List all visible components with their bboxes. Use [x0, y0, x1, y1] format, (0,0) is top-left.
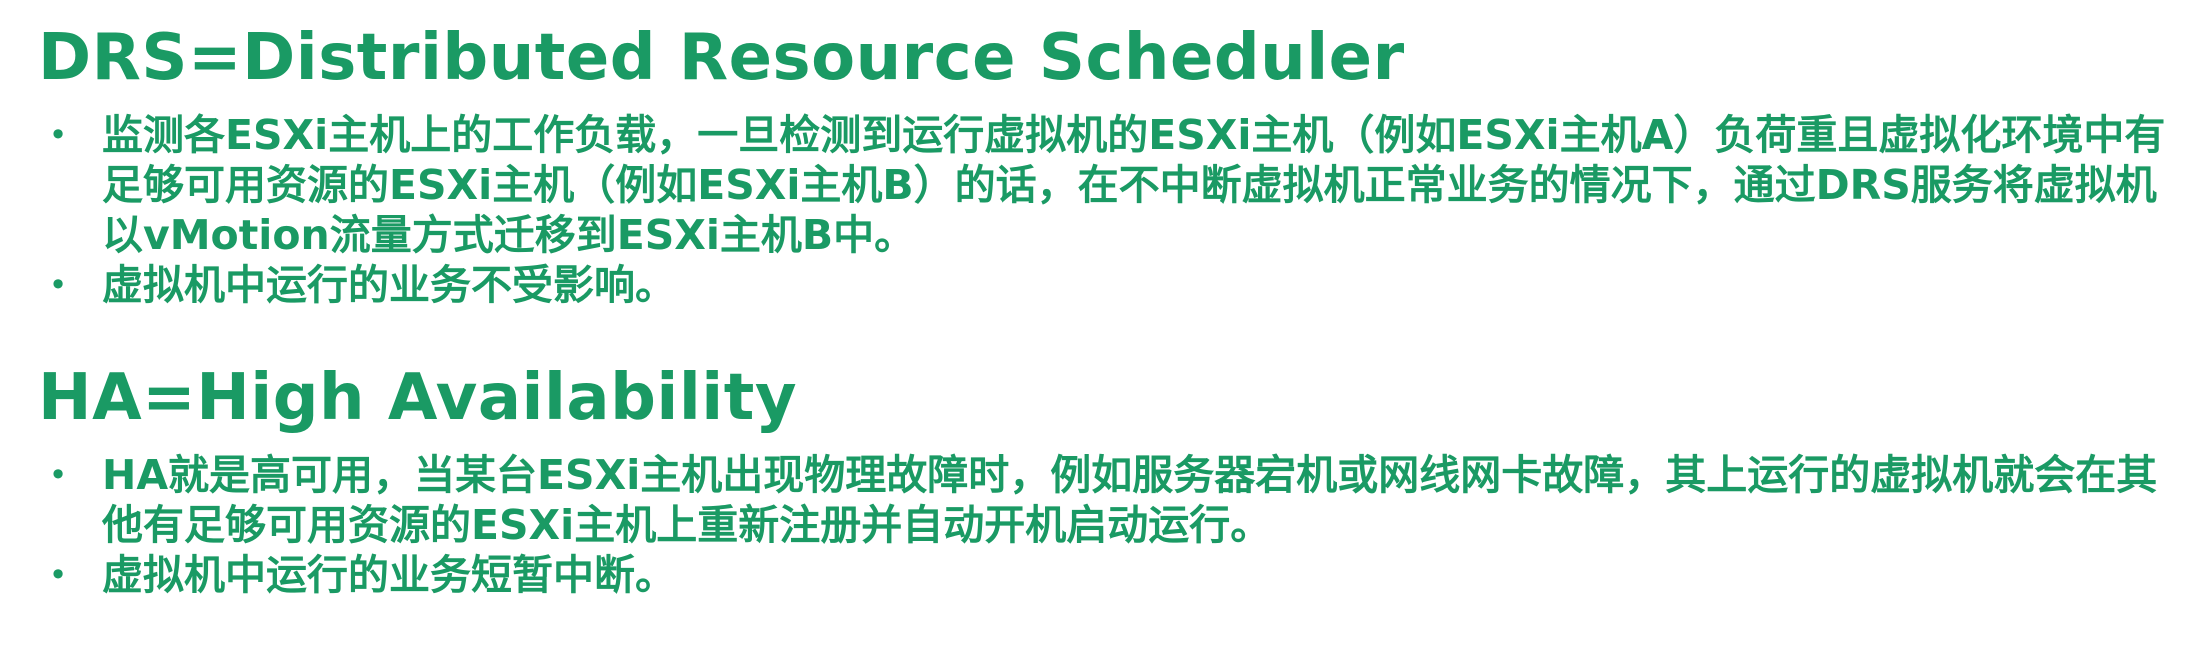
slide: DRS=Distributed Resource Scheduler • 监测各… — [0, 0, 2204, 646]
section-title-ha: HA=High Availability — [38, 361, 798, 435]
ha-bullet-definition: • HA就是高可用，当某台ESXi主机出现物理故障时，例如服务器宕机或网线网卡故… — [38, 450, 2178, 550]
bullet-dot-icon: • — [48, 556, 68, 594]
bullet-dot-icon: • — [48, 116, 68, 154]
drs-bullet-workload: • 监测各ESXi主机上的工作负载，一旦检测到运行虚拟机的ESXi主机（例如ES… — [38, 110, 2178, 260]
section-title-drs: DRS=Distributed Resource Scheduler — [38, 21, 1405, 95]
bullet-dot-icon: • — [48, 456, 68, 494]
bullet-text: 虚拟机中运行的业务不受影响。 — [102, 261, 676, 309]
drs-bullet-impact: • 虚拟机中运行的业务不受影响。 — [38, 260, 2178, 310]
ha-bullet-list: • HA就是高可用，当某台ESXi主机出现物理故障时，例如服务器宕机或网线网卡故… — [38, 450, 2178, 600]
bullet-text: HA就是高可用，当某台ESXi主机出现物理故障时，例如服务器宕机或网线网卡故障，… — [102, 451, 2158, 549]
ha-bullet-impact: • 虚拟机中运行的业务短暂中断。 — [38, 550, 2178, 600]
bullet-text: 虚拟机中运行的业务短暂中断。 — [102, 551, 676, 599]
bullet-dot-icon: • — [48, 266, 68, 304]
drs-bullet-list: • 监测各ESXi主机上的工作负载，一旦检测到运行虚拟机的ESXi主机（例如ES… — [38, 110, 2178, 310]
bullet-text: 监测各ESXi主机上的工作负载，一旦检测到运行虚拟机的ESXi主机（例如ESXi… — [102, 111, 2166, 259]
